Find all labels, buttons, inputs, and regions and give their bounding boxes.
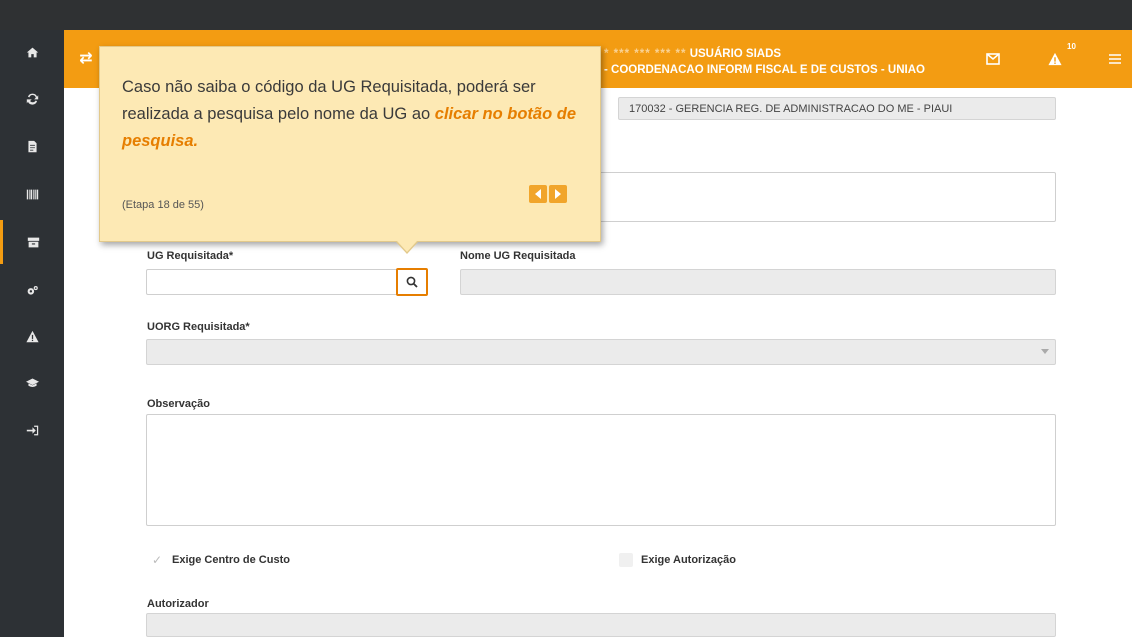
sidebar-item-logout[interactable] <box>0 408 64 452</box>
arrow-right-icon <box>555 189 561 199</box>
autorizador-field <box>146 613 1056 637</box>
home-icon <box>26 47 38 57</box>
tutorial-tooltip: Caso não saiba o código da UG Requisitad… <box>99 46 601 254</box>
toggle-menu-icon[interactable]: ⇄ <box>76 48 96 68</box>
hamburger-icon <box>1109 54 1121 64</box>
alerts-badge: 10 <box>1067 42 1076 51</box>
exige-centro-custo-checkbox[interactable]: ✓ Exige Centro de Custo <box>150 553 290 567</box>
sidebar-item-settings[interactable] <box>0 268 64 312</box>
uorg-select[interactable] <box>146 339 1056 365</box>
exige-autorizacao-checkbox[interactable]: Exige Autorização <box>619 553 736 567</box>
main-menu-button[interactable] <box>1104 48 1126 70</box>
messages-button[interactable] <box>982 48 1004 70</box>
observacao-label: Observação <box>147 398 210 410</box>
uorg-label: UORG Requisitada* <box>147 321 250 333</box>
tooltip-next-button[interactable] <box>549 185 567 203</box>
warning-icon <box>25 330 39 342</box>
barcode-icon <box>26 189 38 199</box>
ug-requisitada-input[interactable] <box>146 269 402 295</box>
refresh-icon <box>26 93 38 105</box>
sidebar-item-barcode[interactable] <box>0 172 64 216</box>
user-cpf: * *** *** *** ** <box>604 48 687 60</box>
user-org: - COORDENACAO INFORM FISCAL E DE CUSTOS … <box>604 64 925 76</box>
ug-requisitante-field: 170032 - GERENCIA REG. DE ADMINISTRACAO … <box>618 97 1056 120</box>
tooltip-pointer <box>396 241 418 254</box>
sidebar-item-alerts[interactable] <box>0 314 64 358</box>
document-icon <box>27 140 37 152</box>
nome-ug-field <box>460 269 1056 295</box>
observacao-textarea[interactable] <box>146 414 1056 526</box>
check-icon: ✓ <box>151 553 163 567</box>
sidebar-item-refresh[interactable] <box>0 76 64 120</box>
ug-search-button[interactable] <box>396 268 428 296</box>
envelope-icon <box>986 53 1000 65</box>
sidebar <box>0 30 64 637</box>
search-icon <box>406 276 418 288</box>
sidebar-item-training[interactable] <box>0 360 64 404</box>
exige-centro-custo-label: Exige Centro de Custo <box>172 554 290 566</box>
top-strip <box>0 0 1132 30</box>
nome-ug-label: Nome UG Requisitada <box>460 250 576 262</box>
exige-autorizacao-label: Exige Autorização <box>641 554 736 566</box>
tooltip-step: (Etapa 18 de 55) <box>122 199 204 211</box>
sidebar-item-document[interactable] <box>0 124 64 168</box>
cogs-icon <box>27 285 38 295</box>
checkbox-empty-icon <box>619 553 633 567</box>
alerts-button[interactable] <box>1044 48 1066 70</box>
autorizador-label: Autorizador <box>147 598 209 610</box>
arrow-left-icon <box>535 189 541 199</box>
warning-icon <box>1048 52 1062 66</box>
sidebar-item-archive[interactable] <box>0 220 64 264</box>
archive-icon <box>27 237 40 247</box>
user-info: * *** *** *** ** USUÁRIO SIADS - COORDEN… <box>604 46 925 78</box>
sidebar-item-home[interactable] <box>0 30 64 74</box>
ug-requisitada-label: UG Requisitada* <box>147 250 234 262</box>
tooltip-prev-button[interactable] <box>529 185 547 203</box>
logout-icon <box>26 425 38 435</box>
graduation-icon <box>25 377 39 387</box>
user-name: USUÁRIO SIADS <box>689 48 782 60</box>
chevron-down-icon <box>1041 349 1049 354</box>
tooltip-message: Caso não saiba o código da UG Requisitad… <box>122 74 582 155</box>
